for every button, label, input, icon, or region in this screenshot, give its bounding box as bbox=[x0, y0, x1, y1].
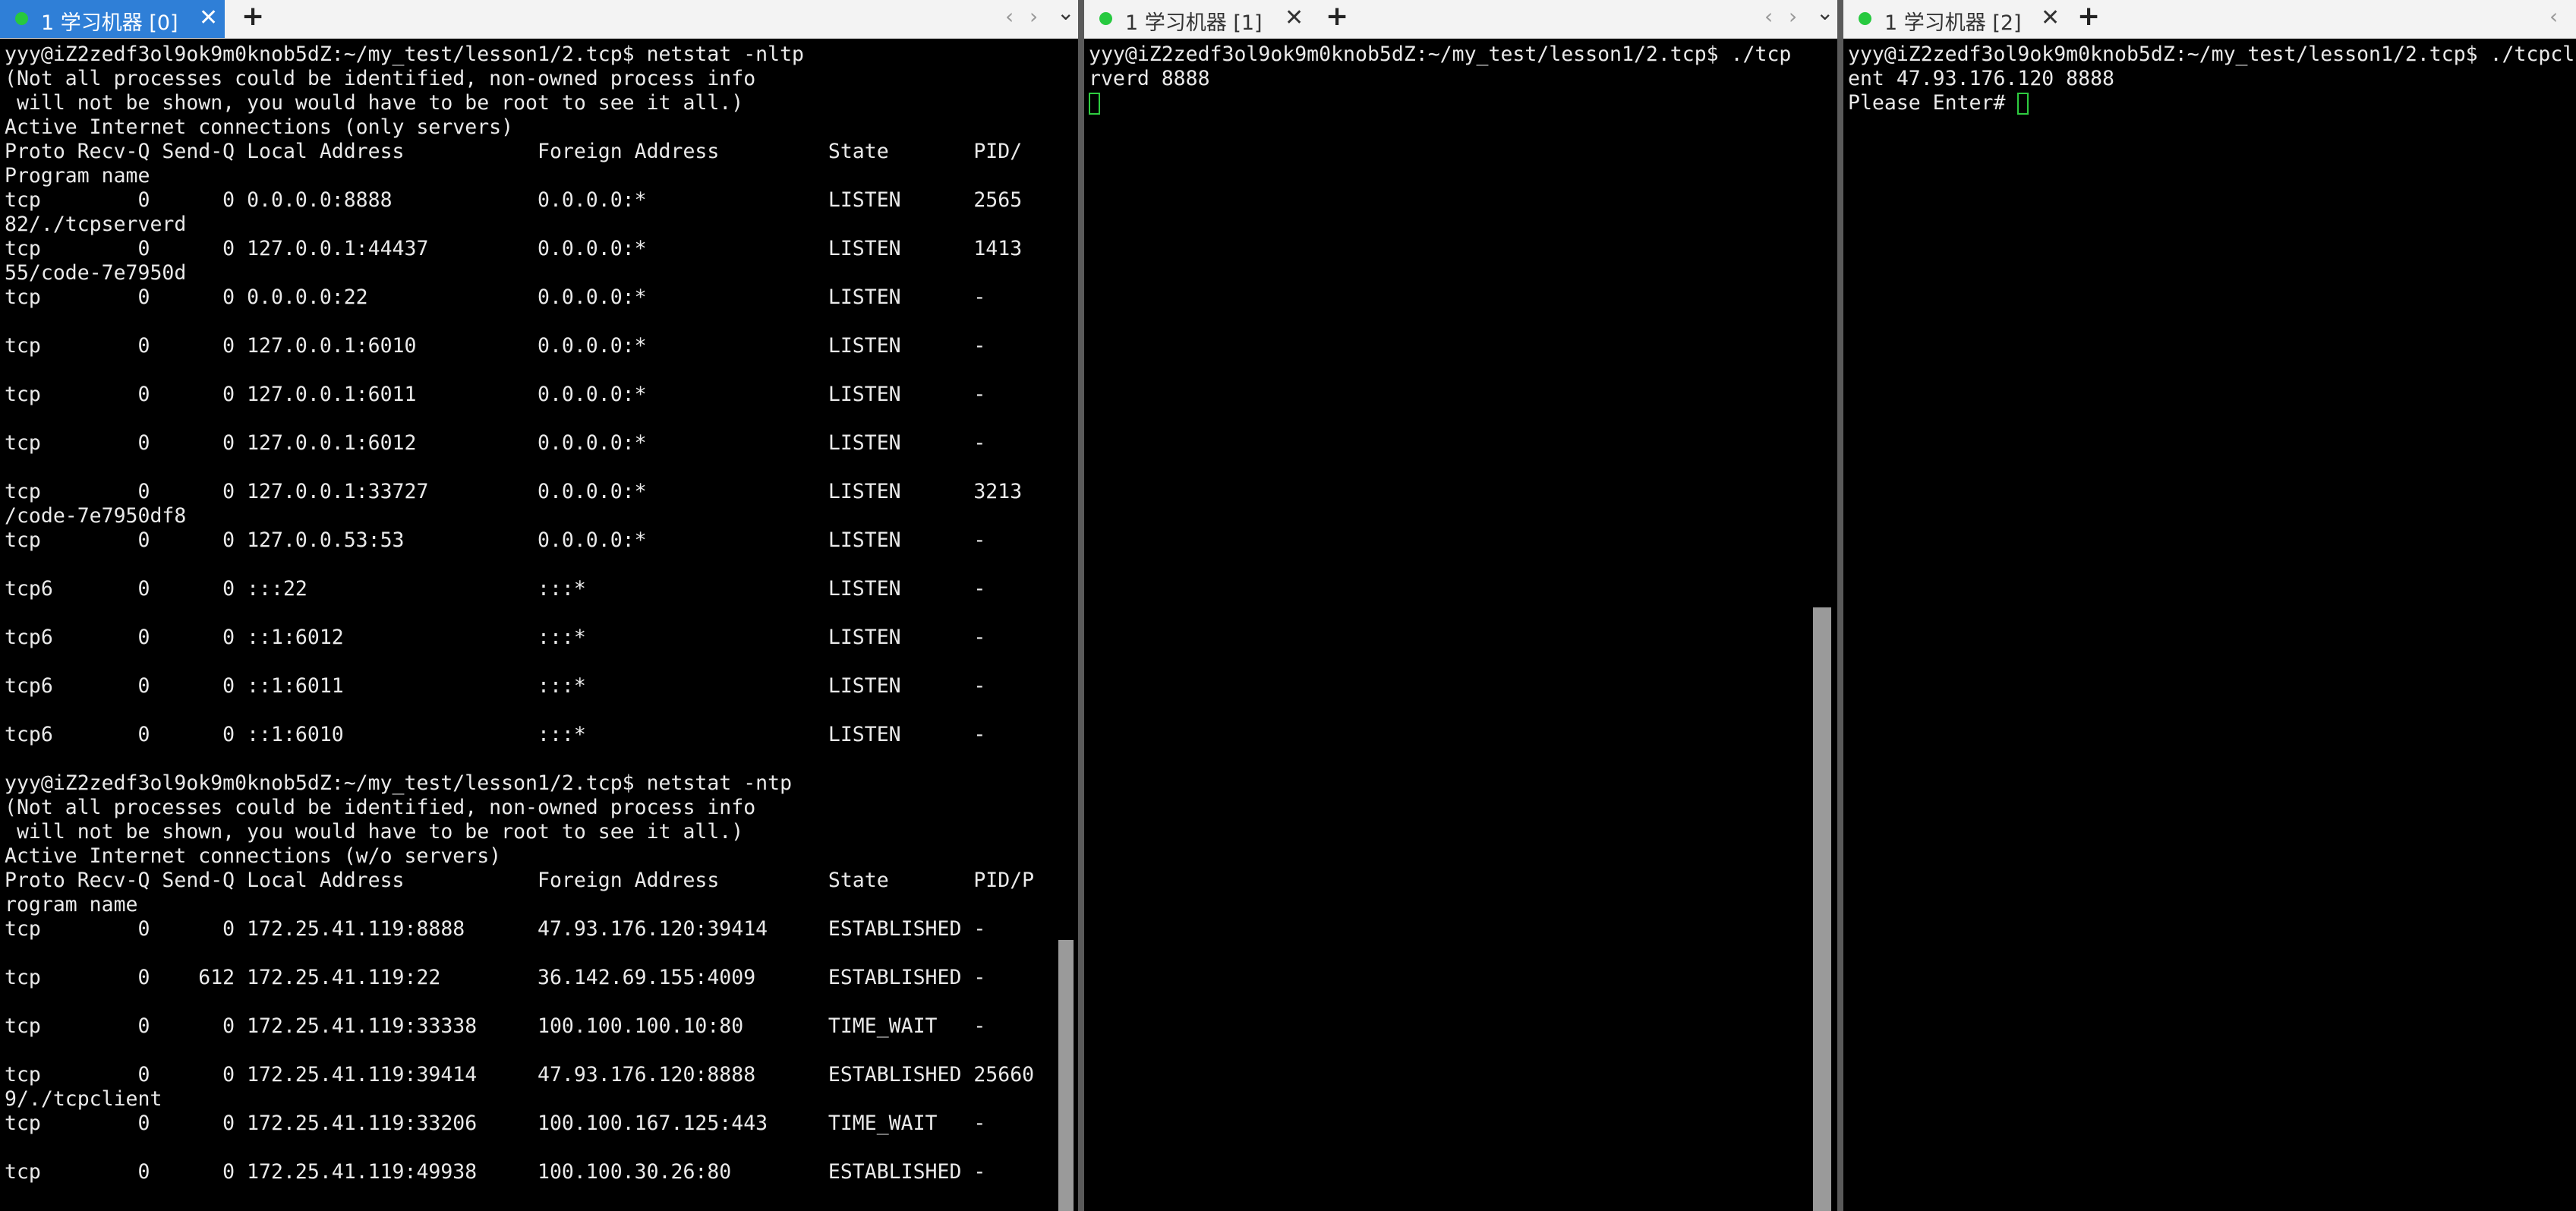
terminal-output[interactable]: yyy@iZ2zedf3ol9ok9m0knob5dZ:~/my_test/le… bbox=[1848, 43, 2576, 115]
terminal-line: tcp 0 0 127.0.0.1:6010 0.0.0.0:* LISTEN … bbox=[5, 334, 986, 358]
tab-machine-0[interactable]: 1 学习机器 [0] ✕ bbox=[0, 0, 225, 38]
tab-label: 1 学习机器 [1] bbox=[1125, 11, 1263, 35]
scroll-tabs-right-icon[interactable]: › bbox=[1029, 4, 1038, 29]
terminal-line: Active Internet connections (only server… bbox=[5, 115, 514, 139]
terminal-line: tcp 0 0 127.0.0.53:53 0.0.0.0:* LISTEN - bbox=[5, 528, 986, 552]
terminal-line: tcp 0 0 172.25.41.119:33338 100.100.100.… bbox=[5, 1014, 986, 1038]
connection-status-icon bbox=[1099, 12, 1112, 25]
terminal-line: ent 47.93.176.120 8888 bbox=[1848, 67, 2114, 90]
scroll-tabs-left-icon[interactable]: ‹ bbox=[2549, 4, 2558, 29]
terminal-line: Active Internet connections (w/o servers… bbox=[5, 844, 502, 868]
pane-divider[interactable] bbox=[1837, 0, 1843, 1211]
terminal-line: will not be shown, you would have to be … bbox=[5, 820, 744, 844]
terminal-line: tcp 0 0 127.0.0.1:44437 0.0.0.0:* LISTEN… bbox=[5, 237, 1023, 260]
terminal-line: tcp 0 0 0.0.0.0:22 0.0.0.0:* LISTEN - bbox=[5, 285, 986, 309]
terminal-line: tcp 0 0 127.0.0.1:6012 0.0.0.0:* LISTEN … bbox=[5, 431, 986, 455]
terminal-line: Proto Recv-Q Send-Q Local Address Foreig… bbox=[5, 140, 1023, 163]
terminal-line: yyy@iZ2zedf3ol9ok9m0knob5dZ:~/my_test/le… bbox=[1848, 43, 2576, 66]
terminal-line: rverd 8888 bbox=[1089, 67, 1210, 90]
close-tab-icon[interactable]: ✕ bbox=[2041, 5, 2060, 31]
close-tab-icon[interactable]: ✕ bbox=[199, 5, 218, 31]
tab-menu-chevron-icon[interactable]: ⌄ bbox=[1057, 0, 1074, 25]
terminal-line: yyy@iZ2zedf3ol9ok9m0knob5dZ:~/my_test/le… bbox=[5, 43, 804, 66]
terminal-line: yyy@iZ2zedf3ol9ok9m0knob5dZ:~/my_test/le… bbox=[1089, 43, 1792, 66]
terminal-line: tcp 0 0 0.0.0.0:8888 0.0.0.0:* LISTEN 25… bbox=[5, 188, 1023, 212]
new-tab-button[interactable]: + bbox=[241, 1, 264, 32]
terminal-line: Program name bbox=[5, 164, 150, 188]
terminal-line: tcp 0 0 127.0.0.1:33727 0.0.0.0:* LISTEN… bbox=[5, 480, 1023, 503]
terminal-line: Proto Recv-Q Send-Q Local Address Foreig… bbox=[5, 869, 1035, 892]
terminal-pane-2[interactable]: 1 学习机器 [2] ✕ + ‹ yyy@iZ2zedf3ol9ok9m0kno… bbox=[1843, 0, 2576, 1211]
terminal-line: tcp 0 0 172.25.41.119:39414 47.93.176.12… bbox=[5, 1063, 1035, 1086]
connection-status-icon bbox=[15, 12, 28, 25]
terminal-line: tcp 0 0 172.25.41.119:49938 100.100.30.2… bbox=[5, 1160, 986, 1184]
scroll-tabs-left-icon[interactable]: ‹ bbox=[1764, 4, 1773, 29]
scroll-tabs-right-icon[interactable]: › bbox=[1789, 4, 1797, 29]
tab-menu-chevron-icon[interactable]: ⌄ bbox=[1816, 0, 1833, 25]
terminal-line: tcp6 0 0 ::1:6010 :::* LISTEN - bbox=[5, 723, 986, 746]
terminal-line: (Not all processes could be identified, … bbox=[5, 796, 756, 819]
terminal-line: tcp 0 0 172.25.41.119:33206 100.100.167.… bbox=[5, 1112, 986, 1135]
terminal-line: will not be shown, you would have to be … bbox=[5, 91, 744, 115]
tab-bar: 1 学习机器 [0] ✕ + ‹ › ⌄ bbox=[0, 0, 1078, 39]
new-tab-button[interactable]: + bbox=[1326, 1, 1348, 32]
terminal-line: tcp 0 612 172.25.41.119:22 36.142.69.155… bbox=[5, 966, 986, 989]
tab-machine-1[interactable]: 1 学习机器 [1] ✕ bbox=[1084, 0, 1312, 38]
scroll-tabs-left-icon[interactable]: ‹ bbox=[1005, 4, 1014, 29]
terminal-line: /code-7e7950df8 bbox=[5, 504, 187, 528]
tab-bar: 1 学习机器 [2] ✕ + ‹ bbox=[1843, 0, 2576, 39]
tab-label: 1 学习机器 [2] bbox=[1884, 11, 2022, 35]
terminal-line: Please Enter# bbox=[1848, 91, 2018, 115]
terminal-line: tcp 0 0 172.25.41.119:8888 47.93.176.120… bbox=[5, 917, 986, 941]
tab-machine-2[interactable]: 1 学习机器 [2] ✕ bbox=[1843, 0, 2068, 38]
terminal-pane-0[interactable]: 1 学习机器 [0] ✕ + ‹ › ⌄ yyy@iZ2zedf3ol9ok9m… bbox=[0, 0, 1078, 1211]
terminal-cursor bbox=[1089, 93, 1100, 115]
terminal-line: tcp6 0 0 ::1:6012 :::* LISTEN - bbox=[5, 626, 986, 649]
terminal-line: tcp6 0 0 :::22 :::* LISTEN - bbox=[5, 577, 986, 601]
terminal-line: 82/./tcpserverd bbox=[5, 213, 187, 236]
terminal-line: tcp 0 0 127.0.0.1:6011 0.0.0.0:* LISTEN … bbox=[5, 383, 986, 406]
close-tab-icon[interactable]: ✕ bbox=[1285, 5, 1304, 31]
terminal-line: rogram name bbox=[5, 893, 138, 916]
new-tab-button[interactable]: + bbox=[2077, 1, 2100, 32]
terminal-cursor bbox=[2017, 93, 2029, 115]
tab-bar: 1 学习机器 [1] ✕ + ‹ › ⌄ bbox=[1084, 0, 1837, 39]
connection-status-icon bbox=[1859, 12, 1871, 25]
scrollbar-thumb[interactable] bbox=[1058, 940, 1074, 1211]
terminal-line: yyy@iZ2zedf3ol9ok9m0knob5dZ:~/my_test/le… bbox=[5, 771, 793, 795]
terminal-line: 9/./tcpclient bbox=[5, 1087, 162, 1111]
terminal-line: tcp6 0 0 ::1:6011 :::* LISTEN - bbox=[5, 674, 986, 698]
scrollbar-thumb[interactable] bbox=[1813, 607, 1831, 1211]
terminal-output[interactable]: yyy@iZ2zedf3ol9ok9m0knob5dZ:~/my_test/le… bbox=[5, 43, 1034, 1184]
terminal-pane-1[interactable]: 1 学习机器 [1] ✕ + ‹ › ⌄ yyy@iZ2zedf3ol9ok9m… bbox=[1084, 0, 1837, 1211]
terminal-output[interactable]: yyy@iZ2zedf3ol9ok9m0knob5dZ:~/my_test/le… bbox=[1089, 43, 1791, 115]
terminal-line: (Not all processes could be identified, … bbox=[5, 67, 756, 90]
tab-label: 1 学习机器 [0] bbox=[41, 11, 178, 35]
pane-divider[interactable] bbox=[1078, 0, 1084, 1211]
terminal-line: 55/code-7e7950d bbox=[5, 261, 187, 285]
